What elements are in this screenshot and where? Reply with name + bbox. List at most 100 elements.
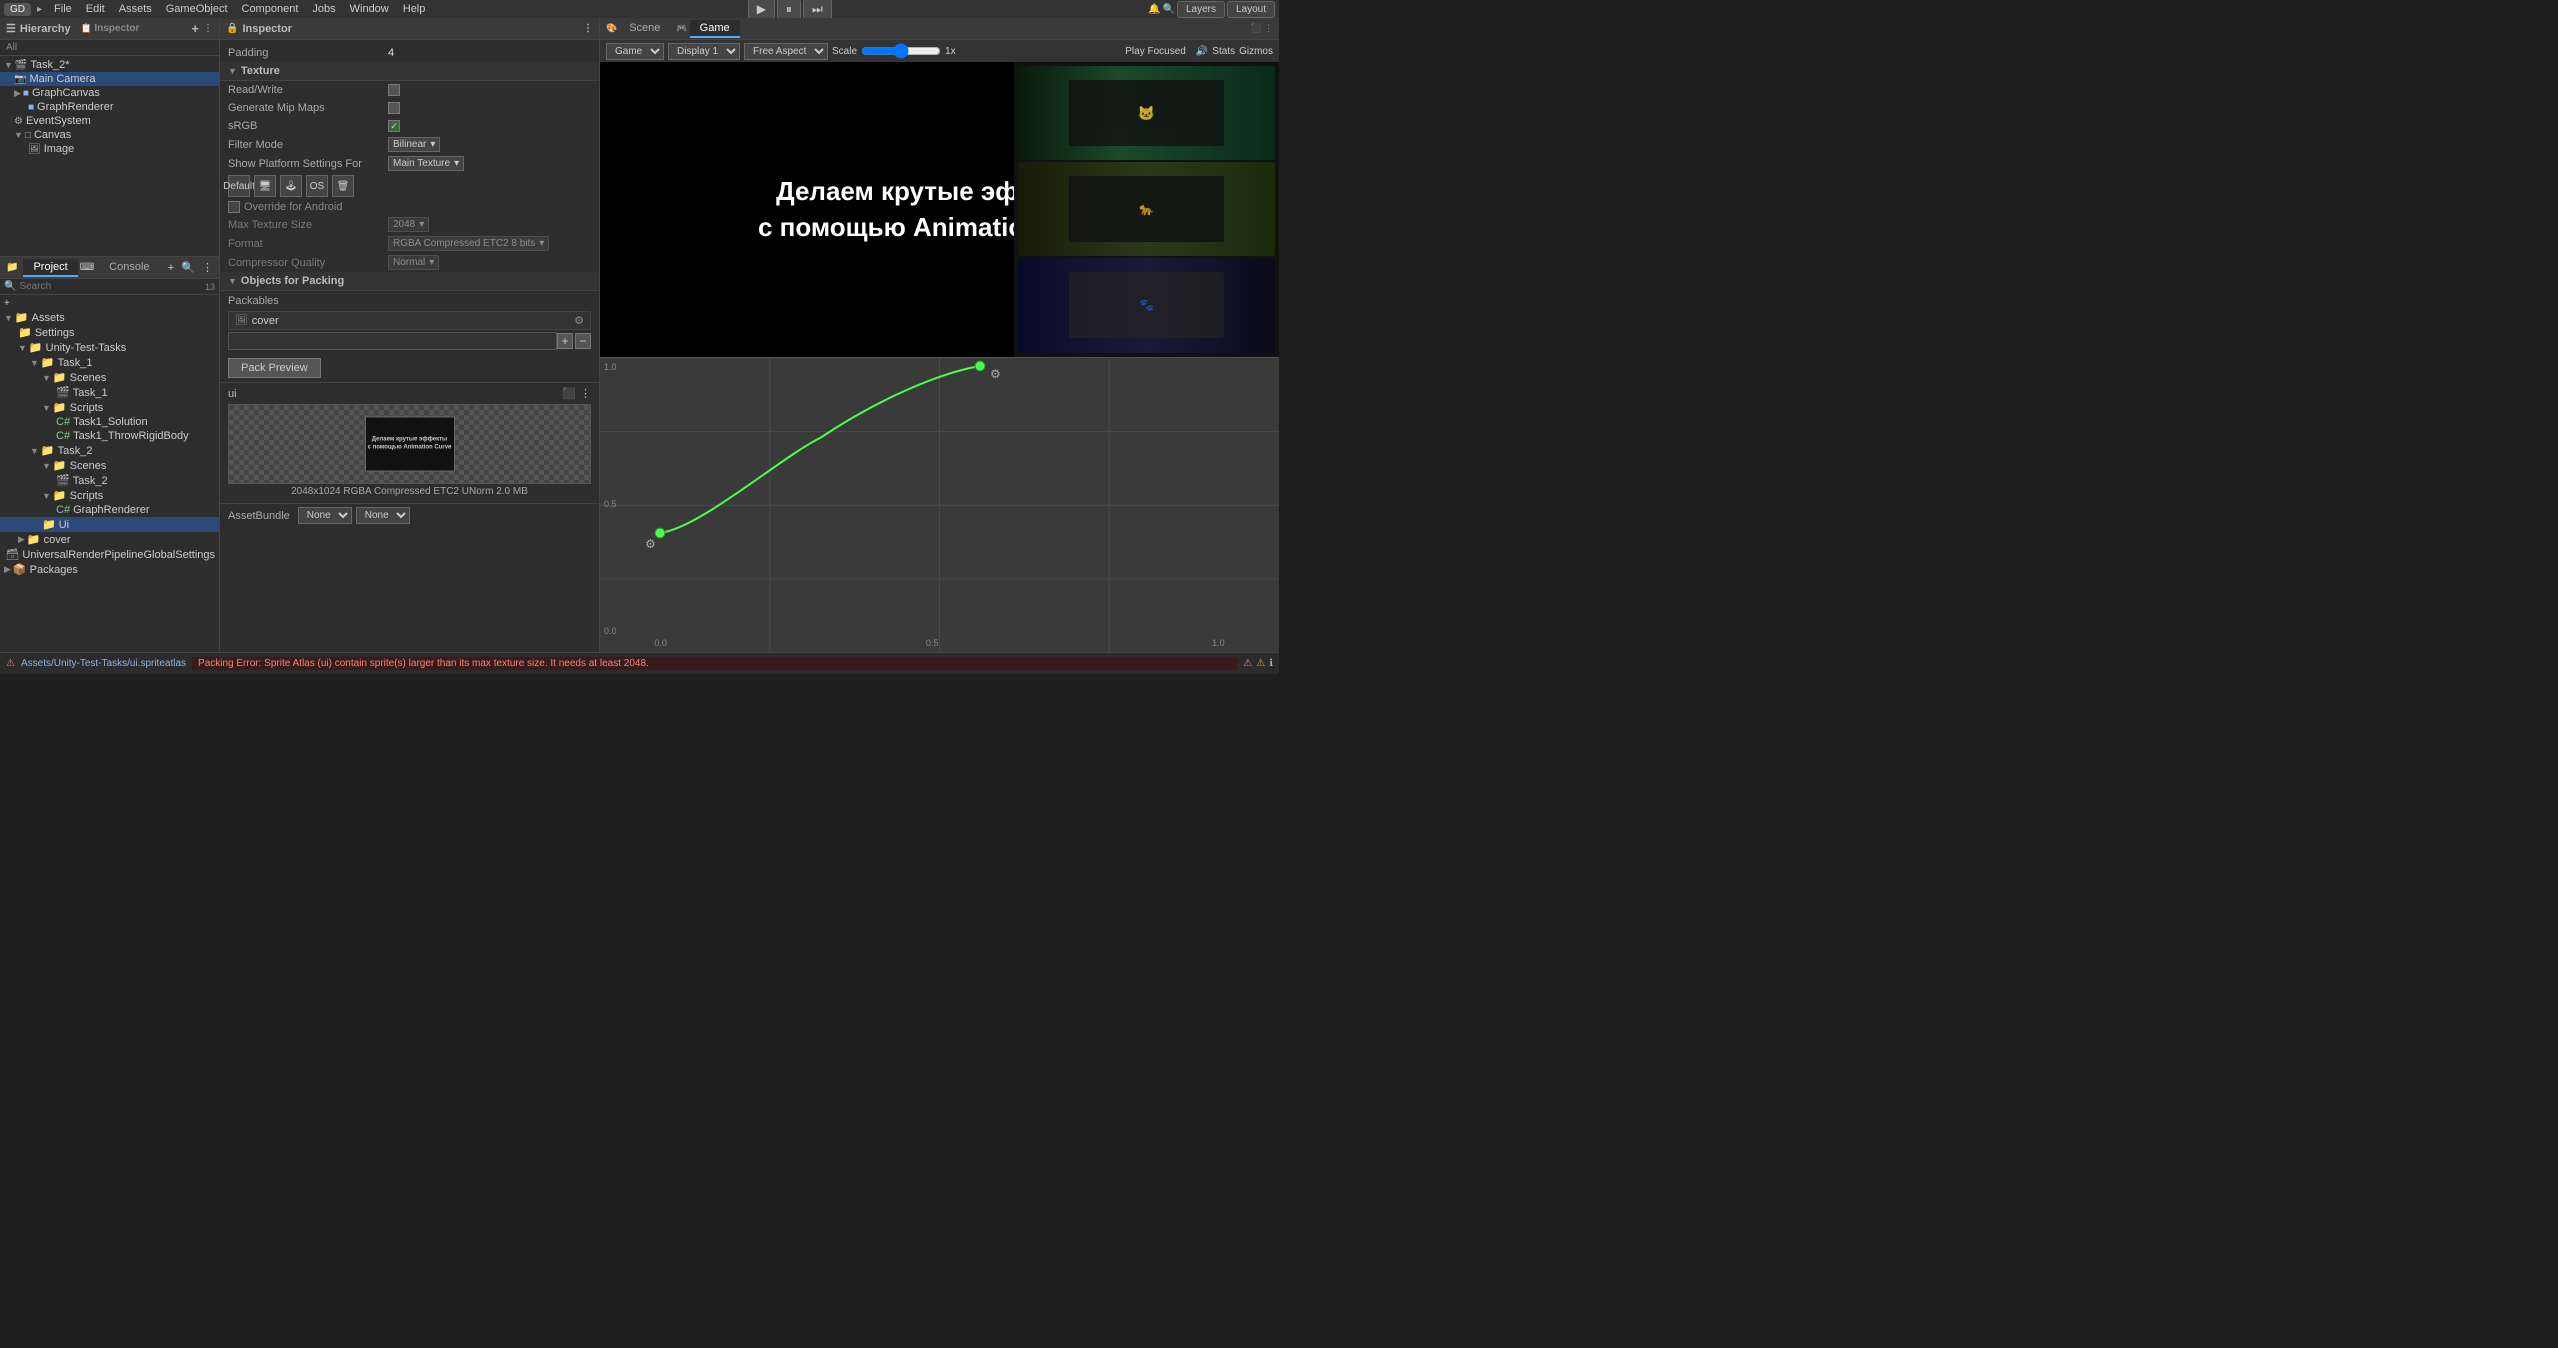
aspect-select[interactable]: Free Aspect (744, 43, 828, 60)
step-button[interactable]: ⏭ (803, 0, 832, 20)
mipmap-label: Generate Mip Maps (228, 102, 388, 114)
tab-project[interactable]: Project (23, 259, 77, 277)
preview-maximize-icon[interactable]: ⬛ (562, 387, 576, 400)
mipmap-checkbox[interactable] (388, 102, 400, 114)
project-search-input[interactable] (19, 281, 205, 292)
project-add-btn-row[interactable]: + (0, 297, 219, 310)
error-count-icon: ⚠ (1243, 658, 1252, 669)
display-select[interactable]: Display 1 (668, 43, 740, 60)
project-item-task2-scene[interactable]: 🎬 Task_2 (0, 473, 219, 488)
menu-component[interactable]: Component (236, 2, 305, 16)
project-item-graphrenderer[interactable]: C# GraphRenderer (0, 503, 219, 517)
layers-button[interactable]: Layers (1177, 1, 1225, 18)
preview-menu-icon[interactable]: ⋮ (580, 387, 591, 400)
menu-edit[interactable]: Edit (80, 2, 111, 16)
default-plat-btn[interactable]: Default (228, 175, 250, 197)
scene-menu-icon[interactable]: ⋮ (1264, 23, 1273, 34)
platform-select[interactable]: Main Texture ▾ (388, 156, 464, 171)
project-item-task2[interactable]: ▼ 📁 Task_2 (0, 443, 219, 458)
layout-button[interactable]: Layout (1227, 1, 1275, 18)
inspector-menu[interactable]: ⋮ (583, 23, 593, 34)
joystick-plat-btn[interactable]: 🕹 (280, 175, 302, 197)
play-focused-label[interactable]: Play Focused (1125, 46, 1186, 57)
tab-console[interactable]: Console (99, 259, 159, 277)
settings-label: Settings (35, 327, 75, 339)
screen-plat-btn[interactable]: 🖥 (254, 175, 276, 197)
game-panel-icon: 🎮 (676, 23, 687, 34)
scripts2-label: Scripts (70, 490, 104, 502)
pack-preview-button[interactable]: Pack Preview (228, 358, 321, 378)
hierarchy-item-graphrenderer[interactable]: ■ GraphRenderer (0, 100, 219, 114)
format-select[interactable]: RGBA Compressed ETC2 8 bits ▾ (388, 236, 549, 251)
tab-scene[interactable]: Scene (619, 20, 670, 38)
filtermode-select[interactable]: Bilinear ▾ (388, 137, 440, 152)
compressor-select[interactable]: Normal ▾ (388, 255, 439, 270)
readwrite-checkbox[interactable] (388, 84, 400, 96)
menu-gameobject[interactable]: GameObject (160, 2, 234, 16)
project-item-ui[interactable]: 📁 Ui (0, 517, 219, 532)
menu-help[interactable]: Help (397, 2, 432, 16)
srgb-checkbox[interactable]: ✓ (388, 120, 400, 132)
hierarchy-item-graphcanvas[interactable]: ▶ ■ GraphCanvas (0, 86, 219, 100)
speaker-icon[interactable]: 🔊 (1196, 46, 1208, 57)
menu-assets[interactable]: Assets (113, 2, 158, 16)
tab-game[interactable]: Game (690, 20, 740, 38)
project-item-task1-solution[interactable]: C# Task1_Solution (0, 415, 219, 429)
project-item-task1-scene[interactable]: 🎬 Task_1 (0, 385, 219, 400)
packable-item-cover[interactable]: 🖼 cover ⚙ (228, 311, 591, 330)
packables-remove-btn[interactable]: − (575, 333, 591, 349)
inspector-title: Inspector (242, 23, 292, 35)
gizmos-btn[interactable]: Gizmos (1239, 46, 1273, 57)
gd-button[interactable]: GD (4, 3, 31, 16)
hierarchy-menu-button[interactable]: ⋮ (203, 23, 213, 34)
override-checkbox[interactable] (228, 201, 240, 213)
trash-plat-btn[interactable]: 🗑 (332, 175, 354, 197)
scale-slider[interactable] (861, 43, 941, 59)
game-mode-select[interactable]: Game (606, 43, 664, 60)
curve-editor: ⚙ ⚙ 1.0 0.5 0.0 0.0 0.5 1.0 (600, 357, 1279, 653)
project-item-task1[interactable]: ▼ 📁 Task_1 (0, 355, 219, 370)
stats-btn[interactable]: Stats (1212, 46, 1235, 57)
menu-file[interactable]: File (48, 2, 78, 16)
assetbundle-select-1[interactable]: None (298, 507, 352, 524)
project-item-scenes2[interactable]: ▼ 📁 Scenes (0, 458, 219, 473)
preview-label-row: ui ⬛ ⋮ (228, 387, 591, 400)
assetbundle-select-2[interactable]: None (356, 507, 410, 524)
scenes1-label: Scenes (70, 372, 107, 384)
project-item-cover[interactable]: ▶ 📁 cover (0, 532, 219, 547)
packables-add-btn[interactable]: + (557, 333, 573, 349)
hierarchy-item-image[interactable]: 🖼 Image (0, 142, 219, 156)
menu-window[interactable]: Window (344, 2, 395, 16)
project-item-urp[interactable]: 🗃 UniversalRenderPipelineGlobalSettings (0, 547, 219, 562)
project-settings-tab[interactable]: 📋 Inspector (81, 23, 140, 34)
hierarchy-icon: ☰ (6, 22, 16, 35)
more-options-icon[interactable]: ⋮ (202, 262, 213, 274)
hierarchy-item-maincamera[interactable]: 📷 Main Camera (0, 72, 219, 86)
project-item-task1-throw[interactable]: C# Task1_ThrowRigidBody (0, 429, 219, 443)
play-button[interactable]: ▶ (748, 0, 775, 19)
search-icon-proj[interactable]: 🔍 (181, 262, 195, 274)
thumbnail-strips: 🐱 🐆 🐾 (1014, 62, 1279, 357)
game-view-content: Делаем крутые эффекты с помощью Animatio… (600, 62, 1279, 357)
all-filter-label[interactable]: All (6, 42, 17, 53)
scene-maximize-icon[interactable]: ⬛ (1251, 23, 1262, 34)
project-item-packages[interactable]: ▶ 📦 Packages (0, 562, 219, 577)
max-texture-value: 2048 (393, 219, 415, 230)
plus-icon[interactable]: + (168, 262, 174, 274)
project-item-scenes1[interactable]: ▼ 📁 Scenes (0, 370, 219, 385)
menu-jobs[interactable]: Jobs (306, 2, 341, 16)
assets-root[interactable]: ▼ 📁 Assets (0, 310, 219, 325)
hierarchy-item-task2[interactable]: ▼ 🎬 Task_2* (0, 58, 219, 72)
os-plat-btn[interactable]: OS (306, 175, 328, 197)
project-item-scripts1[interactable]: ▼ 📁 Scripts (0, 400, 219, 415)
packable-settings-btn[interactable]: ⚙ (574, 314, 584, 327)
project-item-unity-test-tasks[interactable]: ▼ 📁 Unity-Test-Tasks (0, 340, 219, 355)
project-item-scripts2[interactable]: ▼ 📁 Scripts (0, 488, 219, 503)
hierarchy-item-eventsystem[interactable]: ⚙ EventSystem (0, 114, 219, 128)
pause-button[interactable]: ⏸ (777, 0, 801, 20)
project-item-settings[interactable]: 📁 Settings (0, 325, 219, 340)
hierarchy-add-button[interactable]: + (191, 21, 199, 36)
camera-icon: 📷 (14, 74, 26, 85)
hierarchy-item-canvas[interactable]: ▼ □ Canvas (0, 128, 219, 142)
max-texture-select[interactable]: 2048 ▾ (388, 217, 429, 232)
